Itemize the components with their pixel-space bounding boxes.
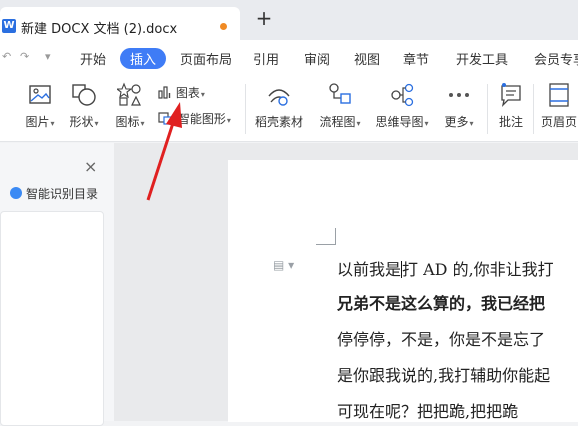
- flowchart-button[interactable]: 流程图▾: [316, 82, 364, 130]
- chart-label: 图表: [175, 86, 200, 100]
- toolbar-divider: [487, 84, 488, 134]
- chevron-down-icon: ▾: [356, 119, 361, 128]
- dao-material-button[interactable]: 稻壳素材: [252, 82, 306, 130]
- flowchart-icon: [329, 83, 351, 104]
- toolbar-divider: [533, 84, 534, 134]
- menu-review[interactable]: 审阅: [304, 49, 330, 68]
- navigation-panel-content: [0, 211, 104, 426]
- comment-icon: [501, 83, 521, 107]
- new-tab-button[interactable]: +: [252, 6, 276, 30]
- icons-icon: [117, 82, 141, 106]
- margin-marker: [335, 228, 336, 245]
- chevron-down-icon: ▾: [424, 119, 429, 128]
- dao-material-label: 稻壳素材: [254, 115, 303, 129]
- smart-graphic-label: 智能图形: [177, 112, 226, 126]
- text-line[interactable]: 兄弟不是这么算的，我已经把: [337, 290, 545, 314]
- menu-home[interactable]: 开始: [80, 49, 106, 68]
- dao-material-icon: [268, 89, 290, 106]
- chevron-down-icon: ▾: [226, 116, 231, 125]
- smart-toc-label: 智能识别目录: [26, 187, 99, 201]
- close-icon[interactable]: ×: [84, 157, 97, 176]
- header-footer-icon: [549, 83, 569, 107]
- picture-button[interactable]: 图片▾: [22, 82, 58, 130]
- mindmap-icon: [391, 83, 414, 107]
- shape-label: 形状: [69, 115, 94, 129]
- comment-button[interactable]: 批注: [494, 82, 528, 130]
- undo-icon[interactable]: ↶: [2, 50, 11, 63]
- text-line[interactable]: 停停停，不是，你是不是忘了: [337, 326, 545, 350]
- picture-label: 图片: [25, 115, 50, 129]
- chevron-down-icon: ▾: [94, 119, 99, 128]
- more-label: 更多: [444, 115, 469, 129]
- picture-icon: [29, 85, 51, 104]
- tab-bar: W 新建 DOCX 文档 (2).docx +: [0, 0, 578, 40]
- header-footer-button[interactable]: 页眉页: [540, 82, 578, 130]
- menu-member[interactable]: 会员专享: [534, 49, 578, 68]
- margin-marker: [316, 244, 336, 245]
- wps-writer-icon: W: [2, 19, 16, 33]
- text-line[interactable]: 是你跟我说的,我打辅助你能起: [337, 362, 550, 386]
- header-footer-label: 页眉页: [540, 115, 577, 129]
- more-button[interactable]: 更多▾: [440, 82, 478, 130]
- text-line[interactable]: 以前我是打 AD 的,你非让我打: [337, 256, 554, 280]
- menu-chapter[interactable]: 章节: [403, 49, 429, 68]
- icon-label: 图标: [115, 115, 140, 129]
- chevron-down-icon: ▾: [50, 119, 55, 128]
- more-dots-icon: [449, 93, 469, 97]
- document-tab[interactable]: W 新建 DOCX 文档 (2).docx: [0, 7, 240, 40]
- paragraph-handle-icon[interactable]: ▤ ▾: [273, 258, 294, 272]
- menu-view[interactable]: 视图: [354, 49, 380, 68]
- shape-icon: [72, 84, 96, 106]
- menu-bar: ↶ ↷ ▾ 开始 插入 页面布局 引用 审阅 视图 章节 开发工具 会员专享: [0, 40, 578, 76]
- menu-insert[interactable]: 插入: [120, 48, 167, 69]
- chart-button[interactable]: 图表▾: [158, 84, 205, 101]
- chevron-down-icon: ▾: [469, 119, 474, 128]
- smart-graphic-icon: [158, 112, 174, 125]
- quick-access-more-icon[interactable]: ▾: [45, 50, 51, 63]
- shape-button[interactable]: 形状▾: [66, 82, 102, 130]
- menu-references[interactable]: 引用: [253, 49, 279, 68]
- document-tab-title: 新建 DOCX 文档 (2).docx: [21, 22, 178, 37]
- mindmap-label: 思维导图: [375, 115, 424, 129]
- bar-chart-icon: [158, 86, 171, 99]
- flowchart-label: 流程图: [319, 115, 356, 129]
- icon-button[interactable]: 图标▾: [112, 82, 148, 130]
- smart-toc-icon: [10, 187, 22, 199]
- chevron-down-icon: ▾: [140, 119, 145, 128]
- toolbar-divider: [245, 84, 246, 134]
- insert-toolbar: 图片▾ 形状▾ 图标▾ 图表▾ 智能图形▾ 稻壳素材 流程图▾ 思维导图▾ 更多…: [0, 76, 578, 142]
- text-segment: 以前我是: [337, 260, 402, 279]
- menu-page-layout[interactable]: 页面布局: [180, 49, 232, 68]
- comment-label: 批注: [498, 115, 523, 129]
- smart-graphic-button[interactable]: 智能图形▾: [158, 110, 231, 127]
- chevron-down-icon: ▾: [200, 90, 205, 99]
- text-segment: 打 AD 的,你非让我打: [402, 260, 554, 279]
- menu-developer-tools[interactable]: 开发工具: [456, 49, 508, 68]
- mindmap-button[interactable]: 思维导图▾: [374, 82, 430, 130]
- unsaved-indicator: [220, 23, 227, 30]
- document-page[interactable]: ▤ ▾ 以前我是打 AD 的,你非让我打 兄弟不是这么算的，我已经把 停停停，不…: [228, 160, 578, 422]
- smart-toc-button[interactable]: 智能识别目录: [10, 185, 98, 202]
- navigation-panel: × 智能识别目录: [0, 143, 114, 426]
- redo-icon[interactable]: ↷: [20, 50, 29, 63]
- document-canvas: ▤ ▾ 以前我是打 AD 的,你非让我打 兄弟不是这么算的，我已经把 停停停，不…: [114, 143, 578, 422]
- text-line[interactable]: 可现在呢？把把跪,把把跪: [337, 398, 518, 422]
